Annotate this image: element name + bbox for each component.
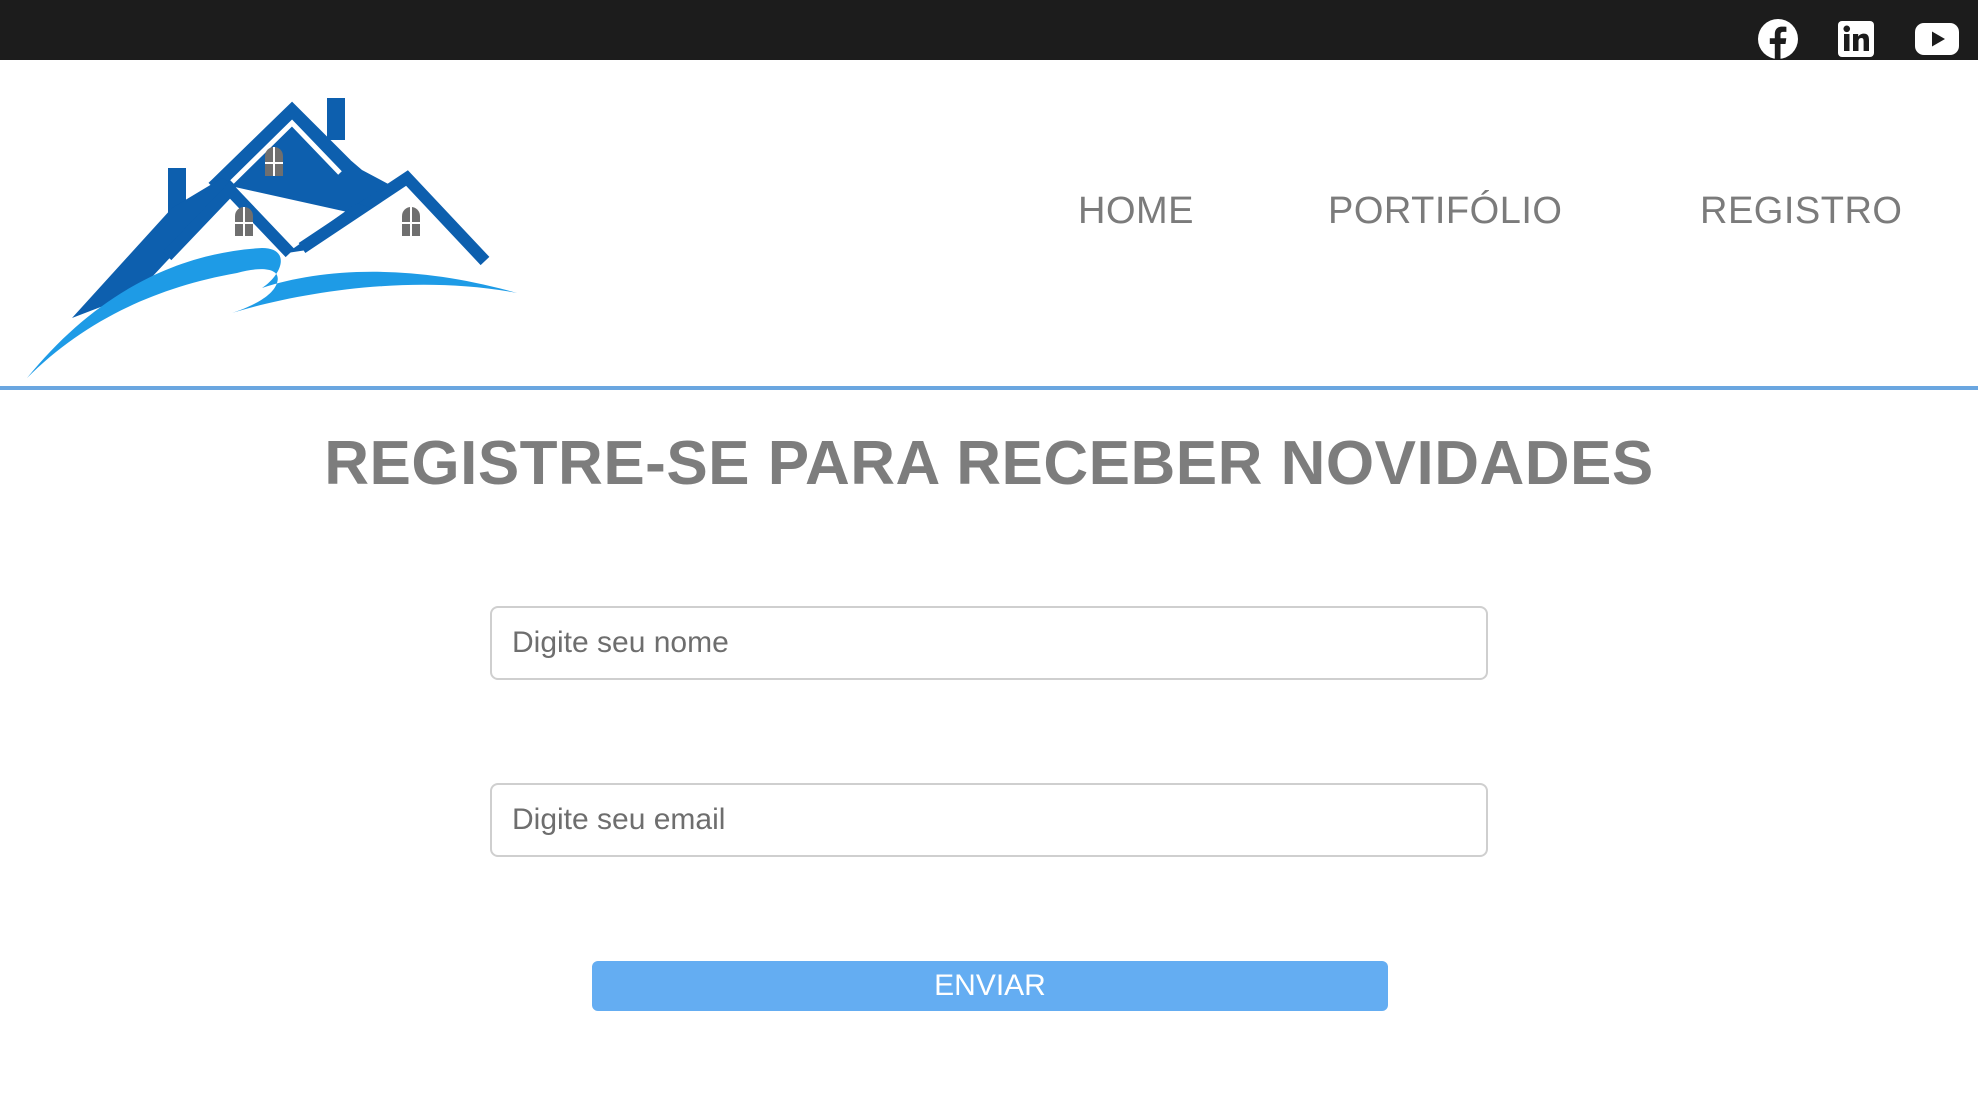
nav-portfolio[interactable]: PORTIFÓLIO [1328,190,1562,233]
youtube-link[interactable] [1913,18,1961,60]
facebook-link[interactable] [1757,18,1799,60]
facebook-icon [1758,19,1798,60]
top-bar [0,0,1978,60]
site-header: HOME PORTIFÓLIO REGISTRO [0,60,1978,390]
linkedin-link[interactable] [1835,18,1877,60]
page-title: REGISTRE-SE PARA RECEBER NOVIDADES [324,429,1654,498]
house-roof-logo[interactable] [22,78,522,378]
nav-registro[interactable]: REGISTRO [1700,190,1902,233]
linkedin-icon [1838,21,1874,57]
name-input[interactable] [490,606,1488,680]
nav-home[interactable]: HOME [1078,190,1194,233]
youtube-icon [1915,23,1959,55]
submit-button[interactable]: ENVIAR [592,961,1388,1011]
email-input[interactable] [490,783,1488,857]
